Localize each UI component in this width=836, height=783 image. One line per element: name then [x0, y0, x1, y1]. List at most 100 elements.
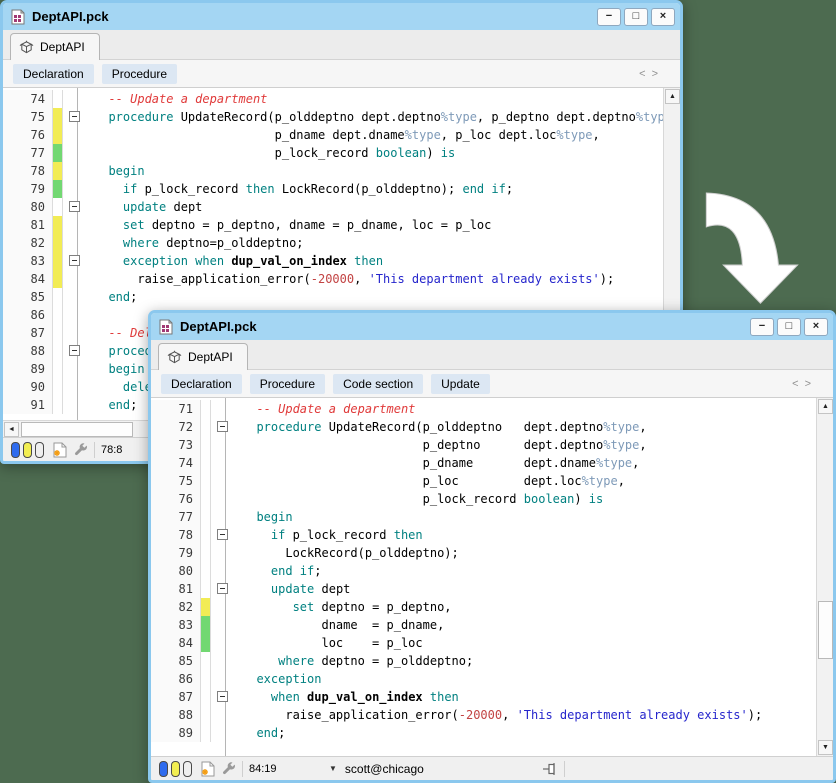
code-line[interactable]: 87 when dup_val_on_index then — [151, 688, 816, 706]
scroll-up-button[interactable]: ▲ — [665, 89, 680, 104]
front-window-titlebar[interactable]: DeptAPI.pck − □ × — [151, 313, 833, 340]
code-line[interactable]: 84 loc = p_loc — [151, 634, 816, 652]
code-line[interactable]: 73 p_deptno dept.deptno%type, — [151, 436, 816, 454]
code-line[interactable]: 79 if p_lock_record then LockRecord(p_ol… — [3, 180, 663, 198]
code-line[interactable]: 76 p_lock_record boolean) is — [151, 490, 816, 508]
code-text[interactable]: dname = p_dname, — [234, 616, 816, 634]
code-line[interactable]: 78 begin — [3, 162, 663, 180]
code-line[interactable]: 82 set deptno = p_deptno, — [151, 598, 816, 616]
code-line[interactable]: 86 exception — [151, 670, 816, 688]
fold-toggle[interactable] — [69, 345, 80, 356]
code-line[interactable]: 84 raise_application_error(-20000, 'This… — [3, 270, 663, 288]
code-text[interactable]: if p_lock_record then — [234, 526, 816, 544]
fold-toggle[interactable] — [69, 111, 80, 122]
connection-selector[interactable]: ▼ scott@chicago — [329, 762, 424, 776]
code-text[interactable]: p_dname dept.dname%type, — [234, 454, 816, 472]
fold-toggle[interactable] — [217, 421, 228, 432]
pin-icon[interactable] — [542, 762, 558, 776]
code-text[interactable]: p_loc dept.loc%type, — [234, 472, 816, 490]
code-line[interactable]: 85 where deptno = p_olddeptno; — [151, 652, 816, 670]
scrollbar-thumb[interactable] — [21, 422, 133, 437]
code-line[interactable]: 77 begin — [151, 508, 816, 526]
breadcrumb-button[interactable]: Procedure — [250, 374, 325, 394]
code-line[interactable]: 75 p_loc dept.loc%type, — [151, 472, 816, 490]
code-text[interactable]: raise_application_error(-20000, 'This de… — [86, 270, 663, 288]
tab-deptapi[interactable]: DeptAPI — [158, 343, 248, 370]
breadcrumb-button[interactable]: Declaration — [161, 374, 242, 394]
code-text[interactable]: exception when dup_val_on_index then — [86, 252, 663, 270]
code-text[interactable]: where deptno=p_olddeptno; — [86, 234, 663, 252]
scroll-up-button[interactable]: ▲ — [818, 399, 833, 414]
code-text[interactable]: update dept — [234, 580, 816, 598]
code-line[interactable]: 75 procedure UpdateRecord(p_olddeptno de… — [3, 108, 663, 126]
code-line[interactable]: 76 p_dname dept.dname%type, p_loc dept.l… — [3, 126, 663, 144]
fold-toggle[interactable] — [217, 529, 228, 540]
code-line[interactable]: 85 end; — [3, 288, 663, 306]
code-line[interactable]: 74 p_dname dept.dname%type, — [151, 454, 816, 472]
scroll-down-button[interactable]: ▼ — [818, 740, 833, 755]
fold-toggle[interactable] — [69, 255, 80, 266]
breadcrumb-nav[interactable]: <> — [639, 68, 670, 80]
code-text[interactable]: when dup_val_on_index then — [234, 688, 816, 706]
back-window-titlebar[interactable]: DeptAPI.pck − □ × — [3, 3, 680, 30]
code-text[interactable]: p_deptno dept.deptno%type, — [234, 436, 816, 454]
code-line[interactable]: 81 update dept — [151, 580, 816, 598]
code-text[interactable]: p_dname dept.dname%type, p_loc dept.loc%… — [86, 126, 663, 144]
vertical-scrollbar[interactable]: ▲ ▼ — [816, 398, 833, 756]
code-text[interactable]: -- Update a department — [86, 90, 663, 108]
code-text[interactable]: p_lock_record boolean) is — [86, 144, 663, 162]
code-line[interactable]: 71 -- Update a department — [151, 400, 816, 418]
code-text[interactable]: p_lock_record boolean) is — [234, 490, 816, 508]
code-text[interactable]: procedure UpdateRecord(p_olddeptno dept.… — [234, 418, 816, 436]
fold-toggle[interactable] — [217, 583, 228, 594]
maximize-button[interactable]: □ — [624, 8, 648, 26]
maximize-button[interactable]: □ — [777, 318, 801, 336]
code-text[interactable]: if p_lock_record then LockRecord(p_oldde… — [86, 180, 663, 198]
code-line[interactable]: 83 dname = p_dname, — [151, 616, 816, 634]
code-text[interactable]: LockRecord(p_olddeptno); — [234, 544, 816, 562]
code-line[interactable]: 78 if p_lock_record then — [151, 526, 816, 544]
code-text[interactable]: end; — [86, 288, 663, 306]
close-button[interactable]: × — [651, 8, 675, 26]
code-line[interactable]: 88 raise_application_error(-20000, 'This… — [151, 706, 816, 724]
code-line[interactable]: 80 end if; — [151, 562, 816, 580]
minimize-button[interactable]: − — [597, 8, 621, 26]
code-text[interactable]: end if; — [234, 562, 816, 580]
fold-column — [63, 198, 86, 216]
code-text[interactable]: raise_application_error(-20000, 'This de… — [234, 706, 816, 724]
code-line[interactable]: 80 update dept — [3, 198, 663, 216]
tab-deptapi[interactable]: DeptAPI — [10, 33, 100, 60]
code-line[interactable]: 72 procedure UpdateRecord(p_olddeptno de… — [151, 418, 816, 436]
code-line[interactable]: 79 LockRecord(p_olddeptno); — [151, 544, 816, 562]
code-line[interactable]: 89 end; — [151, 724, 816, 742]
line-number: 85 — [151, 652, 201, 670]
code-text[interactable]: where deptno = p_olddeptno; — [234, 652, 816, 670]
code-text[interactable]: -- Update a department — [234, 400, 816, 418]
code-line[interactable]: 77 p_lock_record boolean) is — [3, 144, 663, 162]
code-line[interactable]: 81 set deptno = p_deptno, dname = p_dnam… — [3, 216, 663, 234]
code-line[interactable]: 82 where deptno=p_olddeptno; — [3, 234, 663, 252]
breadcrumb-nav[interactable]: <> — [792, 378, 823, 390]
breadcrumb-button[interactable]: Procedure — [102, 64, 177, 84]
code-text[interactable]: update dept — [86, 198, 663, 216]
breadcrumb-button[interactable]: Code section — [333, 374, 423, 394]
breadcrumb-button[interactable]: Update — [431, 374, 490, 394]
code-text[interactable]: exception — [234, 670, 816, 688]
close-button[interactable]: × — [804, 318, 828, 336]
code-line[interactable]: 83 exception when dup_val_on_index then — [3, 252, 663, 270]
code-text[interactable]: begin — [86, 162, 663, 180]
code-text[interactable]: loc = p_loc — [234, 634, 816, 652]
code-text[interactable]: begin — [234, 508, 816, 526]
fold-toggle[interactable] — [217, 691, 228, 702]
code-text[interactable]: end; — [234, 724, 816, 742]
front-code-area[interactable]: 71 -- Update a department72 procedure Up… — [151, 397, 833, 756]
fold-toggle[interactable] — [69, 201, 80, 212]
scroll-left-button[interactable]: ◄ — [4, 422, 19, 437]
minimize-button[interactable]: − — [750, 318, 774, 336]
code-text[interactable]: procedure UpdateRecord(p_olddeptno dept.… — [86, 108, 663, 126]
scrollbar-thumb[interactable] — [818, 601, 833, 659]
breadcrumb-button[interactable]: Declaration — [13, 64, 94, 84]
code-text[interactable]: set deptno = p_deptno, — [234, 598, 816, 616]
code-line[interactable]: 74 -- Update a department — [3, 90, 663, 108]
code-text[interactable]: set deptno = p_deptno, dname = p_dname, … — [86, 216, 663, 234]
